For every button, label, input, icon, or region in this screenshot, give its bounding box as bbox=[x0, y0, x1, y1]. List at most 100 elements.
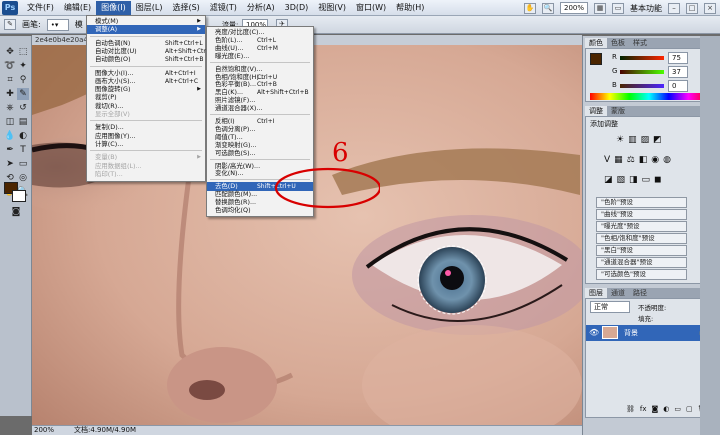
vibrance-icon[interactable]: V bbox=[604, 155, 610, 165]
folder-icon[interactable]: ▭ bbox=[674, 405, 681, 413]
brush-tool-icon[interactable]: ✎ bbox=[17, 88, 29, 100]
preset-item[interactable]: "曝光度"预设 bbox=[596, 221, 687, 232]
status-document-size[interactable]: 文档:4.90M/4.90M bbox=[74, 426, 136, 435]
invert-icon[interactable]: ◪ bbox=[604, 175, 613, 185]
workspace-switcher[interactable]: 基本功能 bbox=[630, 3, 662, 14]
gradient-icon[interactable]: ▤ bbox=[17, 116, 29, 128]
blur-tool-icon[interactable]: 💧 bbox=[4, 130, 16, 142]
preset-item[interactable]: "可选颜色"预设 bbox=[596, 269, 687, 280]
clone-stamp-icon[interactable]: ⎈ bbox=[4, 102, 16, 114]
move-tool-icon[interactable]: ✥ bbox=[4, 46, 16, 58]
color-fg-swatch[interactable] bbox=[590, 53, 602, 65]
tab-paths[interactable]: 路径 bbox=[629, 288, 651, 298]
eye-icon[interactable]: 👁 bbox=[589, 328, 599, 337]
marquee-tool-icon[interactable]: ⬚ bbox=[17, 46, 29, 58]
photo-filter-icon[interactable]: ◉ bbox=[651, 155, 659, 165]
menu-9[interactable]: 窗口(W) bbox=[351, 1, 391, 15]
image_menu-item[interactable]: 陷印(T)... bbox=[87, 170, 205, 179]
image_menu-item[interactable]: 自动颜色(O) Shift+Ctrl+B bbox=[87, 55, 205, 64]
screen-mode-icon[interactable]: ▭ bbox=[612, 2, 624, 14]
zoom-tool-icon[interactable]: 🔍 bbox=[541, 2, 554, 14]
crop-tool-icon[interactable]: ⌗ bbox=[4, 74, 16, 86]
menu-3[interactable]: 图层(L) bbox=[131, 1, 168, 15]
hand-tool-icon[interactable]: ✋ bbox=[523, 2, 536, 14]
tab-color[interactable]: 颜色 bbox=[585, 38, 607, 48]
quick-select-icon[interactable]: ✦ bbox=[17, 60, 29, 72]
background-color-swatch[interactable] bbox=[12, 190, 26, 202]
brush-size-picker[interactable]: •▾ bbox=[46, 18, 69, 31]
3d-orbit-icon[interactable]: ◎ bbox=[17, 172, 29, 184]
image_menu-item[interactable]: 显示全部(V) bbox=[87, 110, 205, 119]
bw-icon[interactable]: ◧ bbox=[639, 155, 648, 165]
menu-1[interactable]: 编辑(E) bbox=[59, 1, 96, 15]
gradient-map-icon[interactable]: ▭ bbox=[642, 175, 651, 185]
adjustment-layer-icon[interactable]: ◐ bbox=[663, 405, 669, 413]
menu-8[interactable]: 视图(V) bbox=[313, 1, 351, 15]
b-slider[interactable] bbox=[620, 84, 664, 88]
fx-icon[interactable]: fx bbox=[640, 405, 647, 413]
blend-mode-select[interactable]: 正常 bbox=[590, 301, 630, 313]
path-select-icon[interactable]: ➤ bbox=[4, 158, 16, 170]
arrange-documents-icon[interactable]: ▦ bbox=[594, 2, 606, 14]
image_menu-item[interactable]: 计算(C)... bbox=[87, 140, 205, 149]
selective-color-icon[interactable]: ◼ bbox=[654, 175, 661, 185]
color-balance-icon[interactable]: ⚖ bbox=[627, 155, 635, 165]
brush-tool-preset-icon[interactable]: ✎ bbox=[4, 19, 16, 30]
menu-item-label: 应用数据组(L)... bbox=[95, 161, 142, 170]
preset-item[interactable]: "曲线"预设 bbox=[596, 209, 687, 220]
image_menu-item[interactable]: 调整(A) ▶ bbox=[87, 25, 205, 35]
tab-masks[interactable]: 蒙版 bbox=[607, 106, 629, 116]
menu-7[interactable]: 3D(D) bbox=[280, 1, 314, 15]
color-ramp[interactable] bbox=[590, 93, 708, 100]
menu-6[interactable]: 分析(A) bbox=[242, 1, 280, 15]
preset-item[interactable]: "色相/饱和度"预设 bbox=[596, 233, 687, 244]
status-zoom[interactable]: 200% bbox=[34, 426, 54, 435]
mask-icon[interactable]: ◙ bbox=[652, 405, 659, 413]
shape-tool-icon[interactable]: ▭ bbox=[17, 158, 29, 170]
layer-row-background[interactable]: 👁 背景 🔒 bbox=[586, 325, 712, 341]
preset-item[interactable]: "黑白"预设 bbox=[596, 245, 687, 256]
adjust_menu-item[interactable]: 通道混合器(X)... bbox=[207, 104, 313, 113]
quick-mask-icon[interactable]: ◙ bbox=[10, 206, 22, 218]
levels-icon[interactable]: ▥ bbox=[628, 135, 637, 145]
minimize-button[interactable]: – bbox=[668, 2, 680, 14]
menu-4[interactable]: 选择(S) bbox=[167, 1, 204, 15]
preset-item[interactable]: "色阶"预设 bbox=[596, 197, 687, 208]
tab-layers[interactable]: 图层 bbox=[585, 288, 607, 298]
healing-brush-icon[interactable]: ✚ bbox=[4, 88, 16, 100]
type-tool-icon[interactable]: T bbox=[17, 144, 29, 156]
maximize-button[interactable]: □ bbox=[686, 2, 698, 14]
new-layer-icon[interactable]: ▢ bbox=[686, 405, 693, 413]
adjust_menu-item[interactable]: 曝光度(E)... bbox=[207, 52, 313, 61]
eraser-icon[interactable]: ◫ bbox=[4, 116, 16, 128]
brightness-icon[interactable]: ☀ bbox=[616, 135, 624, 145]
r-slider[interactable] bbox=[620, 56, 664, 60]
zoom-level[interactable]: 200% bbox=[559, 2, 588, 14]
dodge-tool-icon[interactable]: ◐ bbox=[17, 130, 29, 142]
menu-5[interactable]: 滤镜(T) bbox=[205, 1, 242, 15]
b-value[interactable]: 0 bbox=[668, 80, 688, 92]
posterize-icon[interactable]: ▧ bbox=[617, 175, 626, 185]
threshold-icon[interactable]: ◨ bbox=[629, 175, 638, 185]
menu-10[interactable]: 帮助(H) bbox=[391, 1, 429, 15]
exposure-icon[interactable]: ◩ bbox=[653, 135, 662, 145]
close-button[interactable]: × bbox=[704, 2, 716, 14]
link-icon[interactable]: ⛓ bbox=[626, 405, 635, 413]
curves-icon[interactable]: ▨ bbox=[641, 135, 650, 145]
r-value[interactable]: 75 bbox=[668, 52, 688, 64]
tab-adjustments[interactable]: 调整 bbox=[585, 106, 607, 116]
tab-channels[interactable]: 通道 bbox=[607, 288, 629, 298]
menu-2[interactable]: 图像(I) bbox=[96, 0, 131, 15]
tab-styles[interactable]: 样式 bbox=[629, 38, 651, 48]
lasso-tool-icon[interactable]: ➰ bbox=[4, 60, 16, 72]
menu-0[interactable]: 文件(F) bbox=[22, 1, 59, 15]
g-slider[interactable] bbox=[620, 70, 664, 74]
g-value[interactable]: 37 bbox=[668, 66, 688, 78]
pen-tool-icon[interactable]: ✒ bbox=[4, 144, 16, 156]
history-brush-icon[interactable]: ↺ bbox=[17, 102, 29, 114]
eyedropper-icon[interactable]: ⚲ bbox=[17, 74, 29, 86]
channel-mixer-icon[interactable]: ◍ bbox=[663, 155, 671, 165]
preset-item[interactable]: "通道混合器"预设 bbox=[596, 257, 687, 268]
hue-sat-icon[interactable]: ▦ bbox=[614, 155, 623, 165]
tab-swatches[interactable]: 色板 bbox=[607, 38, 629, 48]
